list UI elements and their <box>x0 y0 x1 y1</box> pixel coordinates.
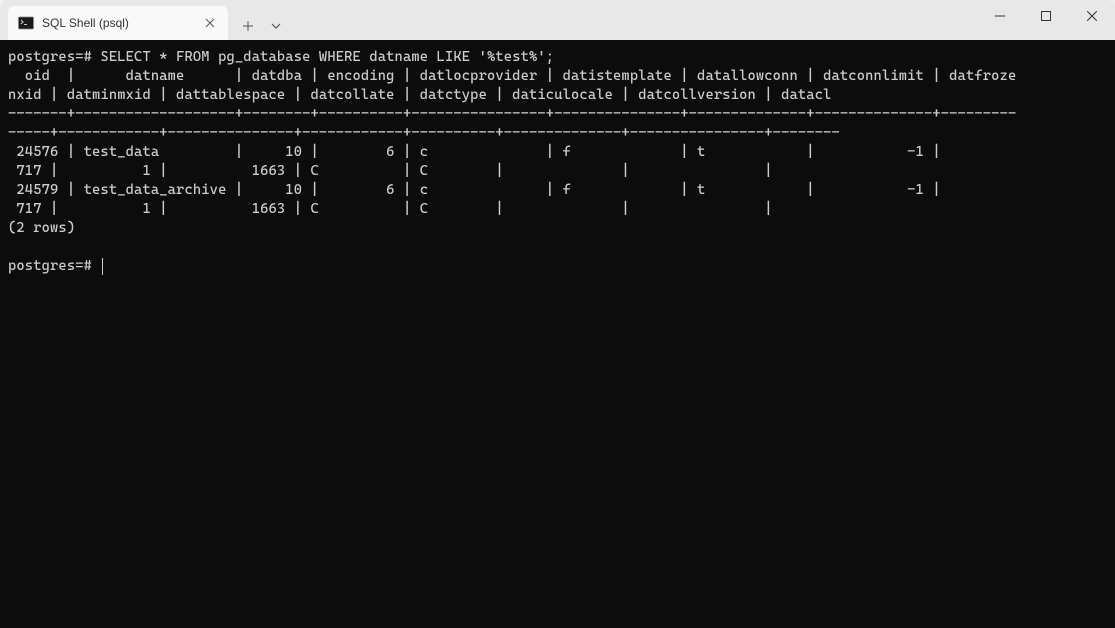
tab-dropdown-button[interactable] <box>262 12 290 40</box>
minimize-button[interactable] <box>977 0 1023 32</box>
prompt: postgres=# <box>8 49 92 65</box>
sql-command: SELECT * FROM pg_database WHERE datname … <box>100 49 554 65</box>
maximize-button[interactable] <box>1023 0 1069 32</box>
prompt: postgres=# <box>8 258 100 274</box>
tabs-area: SQL Shell (psql) <box>0 0 290 40</box>
table-row: 717 | 1 | 1663 | C | C | | | <box>8 163 773 179</box>
terminal-icon <box>18 15 34 31</box>
tab-active[interactable]: SQL Shell (psql) <box>8 6 228 40</box>
tab-close-button[interactable] <box>202 15 218 31</box>
result-separator-part1: -------+-------------------+--------+---… <box>8 106 1016 122</box>
window-controls <box>977 0 1115 40</box>
result-header-part1: oid | datname | datdba | encoding | datl… <box>8 68 1016 84</box>
table-row: 24576 | test_data | 10 | 6 | c | f | t |… <box>8 144 1016 160</box>
close-button[interactable] <box>1069 0 1115 32</box>
app-window: SQL Shell (psql) postgres=# <box>0 0 1115 628</box>
cursor <box>102 258 103 275</box>
result-footer: (2 rows) <box>8 220 75 236</box>
titlebar: SQL Shell (psql) <box>0 0 1115 40</box>
table-row: 24579 | test_data_archive | 10 | 6 | c |… <box>8 182 1016 198</box>
new-tab-button[interactable] <box>234 12 262 40</box>
table-row: 717 | 1 | 1663 | C | C | | | <box>8 201 773 217</box>
terminal-output[interactable]: postgres=# SELECT * FROM pg_database WHE… <box>0 40 1115 628</box>
result-separator-part2: -----+------------+---------------+-----… <box>8 125 840 141</box>
result-header-part2: nxid | datminmxid | dattablespace | datc… <box>8 87 832 103</box>
tab-title: SQL Shell (psql) <box>42 16 194 30</box>
